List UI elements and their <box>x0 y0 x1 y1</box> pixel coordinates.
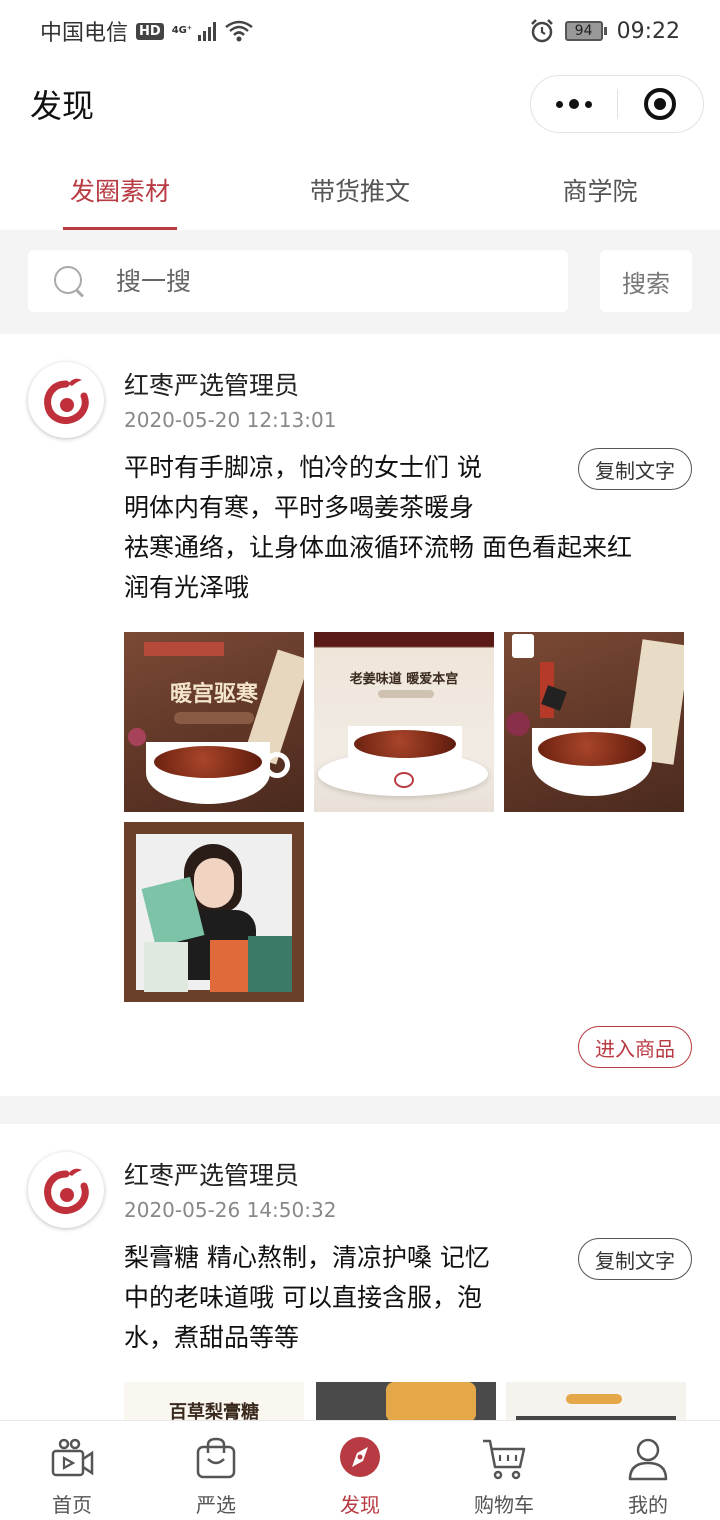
avatar <box>28 1152 104 1228</box>
signal-icon <box>198 21 217 41</box>
nav-label: 我的 <box>628 1493 668 1517</box>
post-divider <box>0 1096 720 1124</box>
post-image[interactable]: 百草梨膏糖 <box>124 1382 304 1420</box>
image-caption: 老姜味道 暖爱本宫 <box>349 672 459 687</box>
search-button[interactable]: 搜索 <box>600 250 692 312</box>
wifi-icon <box>225 20 253 42</box>
status-left: 中国电信 HD 4G⁺ <box>40 15 254 47</box>
content-line: 祛寒通络，让身体血液循环流畅 面色看起来红 <box>124 533 632 562</box>
compass-icon <box>340 1437 380 1477</box>
post-author: 红枣严选管理员 <box>124 1161 300 1190</box>
post-image[interactable] <box>124 822 304 1002</box>
post-content: 平时有手脚凉，怕冷的女士们 说 明体内有寒，平时多喝姜茶暖身 祛寒通络，让身体血… <box>124 448 694 608</box>
mini-program-capsule <box>530 75 704 133</box>
more-button[interactable] <box>531 76 617 132</box>
nav-label: 严选 <box>196 1493 236 1517</box>
post-image[interactable] <box>506 1382 686 1420</box>
page-title: 发现 <box>30 87 95 125</box>
battery-icon: 94 <box>564 21 607 41</box>
nav-cart[interactable]: 购物车 <box>432 1421 576 1520</box>
post-image[interactable] <box>504 632 684 812</box>
post-image[interactable]: 老姜味道 暖爱本宫 <box>314 632 494 812</box>
content-line: 平时有手脚凉，怕冷的女士们 说 <box>124 453 482 482</box>
post-time: 2020-05-26 14:50:32 <box>124 1198 337 1222</box>
tab-bar: 发圈素材 带货推文 商学院 <box>0 150 720 230</box>
search-icon <box>54 266 84 296</box>
red-date-logo-icon <box>44 1168 89 1214</box>
cart-icon <box>483 1439 526 1480</box>
search-input[interactable] <box>116 266 556 296</box>
post-time: 2020-05-20 12:13:01 <box>124 408 337 432</box>
target-icon <box>644 88 677 120</box>
video-camera-icon <box>51 1438 94 1477</box>
red-date-logo-icon <box>44 378 89 424</box>
content-line: 梨膏糖 精心熬制，清凉护嗓 记忆 <box>124 1243 490 1272</box>
nav-label: 发现 <box>340 1493 380 1517</box>
search-box[interactable] <box>28 250 568 312</box>
post-card: 红枣严选管理员 2020-05-20 12:13:01 复制文字 平时有手脚凉，… <box>0 334 720 1096</box>
content-line: 中的老味道哦 可以直接含服，泡 <box>124 1283 482 1312</box>
hd-badge: HD <box>136 22 164 40</box>
tab-circle-materials[interactable]: 发圈素材 <box>0 150 240 230</box>
status-right: 94 09:22 <box>529 18 680 44</box>
tab-promo-posts[interactable]: 带货推文 <box>240 150 480 230</box>
shopping-bag-icon <box>196 1437 236 1479</box>
close-mini-program-button[interactable] <box>618 76 704 132</box>
nav-selection[interactable]: 严选 <box>144 1421 288 1520</box>
battery-level: 94 <box>564 21 603 41</box>
avatar <box>28 362 104 438</box>
bottom-nav: 首页 严选 发现 购物车 我的 <box>0 1420 720 1520</box>
carrier-name: 中国电信 <box>40 21 129 46</box>
nav-profile[interactable]: 我的 <box>576 1421 720 1520</box>
header: 发现 <box>0 62 720 146</box>
nav-home[interactable]: 首页 <box>0 1421 144 1520</box>
content-line: 明体内有寒，平时多喝姜茶暖身 <box>124 493 475 522</box>
nav-label: 购物车 <box>474 1493 534 1517</box>
post-image[interactable] <box>316 1382 496 1420</box>
nav-discover[interactable]: 发现 <box>288 1421 432 1520</box>
content-line: 润有光泽哦 <box>124 573 250 602</box>
more-dots-icon <box>555 99 592 109</box>
tab-business-school[interactable]: 商学院 <box>480 150 720 230</box>
enter-product-button[interactable]: 进入商品 <box>578 1026 692 1068</box>
post-author: 红枣严选管理员 <box>124 371 300 400</box>
alarm-icon <box>530 19 553 43</box>
status-bar: 中国电信 HD 4G⁺ 94 09:22 <box>0 0 720 62</box>
post-card: 红枣严选管理员 2020-05-26 14:50:32 复制文字 梨膏糖 精心熬… <box>0 1124 720 1420</box>
clock: 09:22 <box>616 18 680 44</box>
post-content: 梨膏糖 精心熬制，清凉护嗓 记忆 中的老味道哦 可以直接含服，泡 水，煮甜品等等 <box>124 1238 694 1358</box>
nav-label: 首页 <box>52 1493 92 1517</box>
post-image[interactable]: 暖宫驱寒 <box>124 632 304 812</box>
user-icon <box>628 1438 668 1481</box>
image-caption: 百草梨膏糖 <box>169 1402 259 1420</box>
search-area: 搜索 <box>0 230 720 334</box>
network-type: 4G⁺ <box>171 25 193 36</box>
content-line: 水，煮甜品等等 <box>124 1323 300 1352</box>
